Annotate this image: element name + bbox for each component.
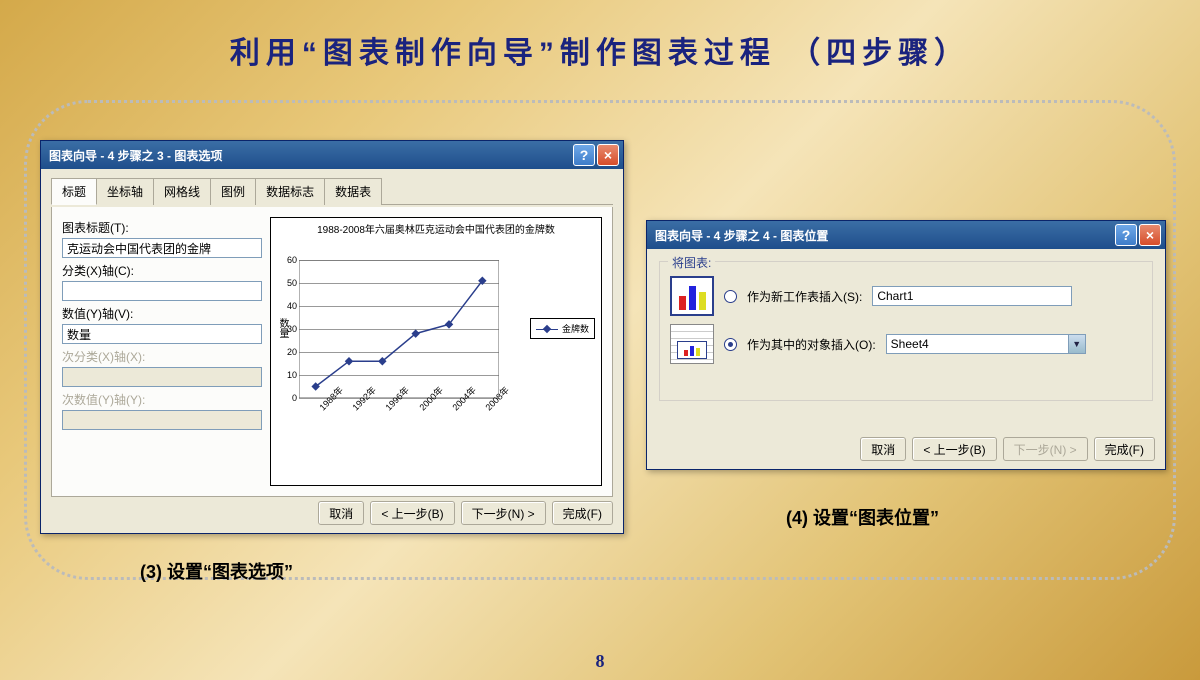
chart-wizard-step4-dialog: 图表向导 - 4 步骤之 4 - 图表位置 ? × 将图表: 作为新工作表插入(… xyxy=(646,220,1166,470)
back-button[interactable]: < 上一步(B) xyxy=(370,501,454,525)
cancel-button[interactable]: 取消 xyxy=(860,437,906,461)
combo-target-sheet[interactable]: ▼ xyxy=(886,334,1086,354)
dialog4-title: 图表向导 - 4 步骤之 4 - 图表位置 xyxy=(655,227,1113,244)
option-object-row: 作为其中的对象插入(O): ▼ xyxy=(670,320,1142,368)
form-column: 图表标题(T): 分类(X)轴(C): 数值(Y)轴(V): 次分类(X)轴(X… xyxy=(62,217,262,486)
caption-step-4: (4) 设置“图表位置” xyxy=(786,504,939,530)
input-x2-axis xyxy=(62,367,262,387)
legend-series-name: 金牌数 xyxy=(562,322,589,335)
radio-new-sheet[interactable] xyxy=(724,290,737,303)
slide-title: 利用“图表制作向导”制作图表过程 （四步骤） xyxy=(0,28,1200,72)
chart-wizard-step3-dialog: 图表向导 - 4 步骤之 3 - 图表选项 ? × 标题 坐标轴 网格线 图例 … xyxy=(40,140,624,534)
label-x2-axis: 次分类(X)轴(X): xyxy=(62,348,262,365)
label-as-object: 作为其中的对象插入(O): xyxy=(747,336,876,353)
chart-legend: 金牌数 xyxy=(530,318,595,339)
dialog3-button-row: 取消 < 上一步(B) 下一步(N) > 完成(F) xyxy=(318,501,613,525)
input-y2-axis xyxy=(62,410,262,430)
cancel-button[interactable]: 取消 xyxy=(318,501,364,525)
label-chart-title: 图表标题(T): xyxy=(62,219,262,236)
help-button[interactable]: ? xyxy=(1115,224,1137,246)
chart-preview: 1988-2008年六届奥林匹克运动会中国代表团的金牌数 数量 01020304… xyxy=(270,217,602,486)
tab-titles[interactable]: 标题 xyxy=(51,178,97,205)
chevron-down-icon[interactable]: ▼ xyxy=(1068,334,1086,354)
input-y-axis[interactable] xyxy=(62,324,262,344)
dialog4-button-row: 取消 < 上一步(B) 下一步(N) > 完成(F) xyxy=(860,437,1155,461)
groupbox-title: 将图表: xyxy=(668,254,715,271)
tab-data-table[interactable]: 数据表 xyxy=(324,178,382,205)
chart-icon xyxy=(670,276,714,316)
input-chart-title[interactable] xyxy=(62,238,262,258)
finish-button[interactable]: 完成(F) xyxy=(552,501,613,525)
help-button[interactable]: ? xyxy=(573,144,595,166)
combo-target-sheet-input[interactable] xyxy=(886,334,1068,354)
close-button[interactable]: × xyxy=(1139,224,1161,246)
caption-step-3: (3) 设置“图表选项” xyxy=(140,558,293,584)
chart-preview-title: 1988-2008年六届奥林匹克运动会中国代表团的金牌数 xyxy=(275,224,597,237)
back-button[interactable]: < 上一步(B) xyxy=(912,437,996,461)
sheet-icon xyxy=(670,324,714,364)
next-button: 下一步(N) > xyxy=(1003,437,1088,461)
tab-strip: 标题 坐标轴 网格线 图例 数据标志 数据表 xyxy=(51,177,613,205)
finish-button[interactable]: 完成(F) xyxy=(1094,437,1155,461)
legend-line-icon xyxy=(536,325,558,333)
tab-panel-titles: 图表标题(T): 分类(X)轴(C): 数值(Y)轴(V): 次分类(X)轴(X… xyxy=(51,207,613,497)
option-new-sheet-row: 作为新工作表插入(S): xyxy=(670,272,1142,320)
radio-as-object[interactable] xyxy=(724,338,737,351)
tab-legend[interactable]: 图例 xyxy=(210,178,256,205)
label-y-axis: 数值(Y)轴(V): xyxy=(62,305,262,322)
label-y2-axis: 次数值(Y)轴(Y): xyxy=(62,391,262,408)
label-new-sheet: 作为新工作表插入(S): xyxy=(747,288,862,305)
location-groupbox: 将图表: 作为新工作表插入(S): 作为其中的对象插入(O): ▼ xyxy=(659,261,1153,401)
input-new-sheet-name[interactable] xyxy=(872,286,1072,306)
dialog3-title: 图表向导 - 4 步骤之 3 - 图表选项 xyxy=(49,147,571,164)
next-button[interactable]: 下一步(N) > xyxy=(461,501,546,525)
tab-axes[interactable]: 坐标轴 xyxy=(96,178,154,205)
label-x-axis: 分类(X)轴(C): xyxy=(62,262,262,279)
tab-gridlines[interactable]: 网格线 xyxy=(153,178,211,205)
input-x-axis[interactable] xyxy=(62,281,262,301)
titlebar[interactable]: 图表向导 - 4 步骤之 4 - 图表位置 ? × xyxy=(647,221,1165,249)
close-button[interactable]: × xyxy=(597,144,619,166)
tab-data-labels[interactable]: 数据标志 xyxy=(255,178,325,205)
titlebar[interactable]: 图表向导 - 4 步骤之 3 - 图表选项 ? × xyxy=(41,141,623,169)
page-number: 8 xyxy=(0,651,1200,672)
